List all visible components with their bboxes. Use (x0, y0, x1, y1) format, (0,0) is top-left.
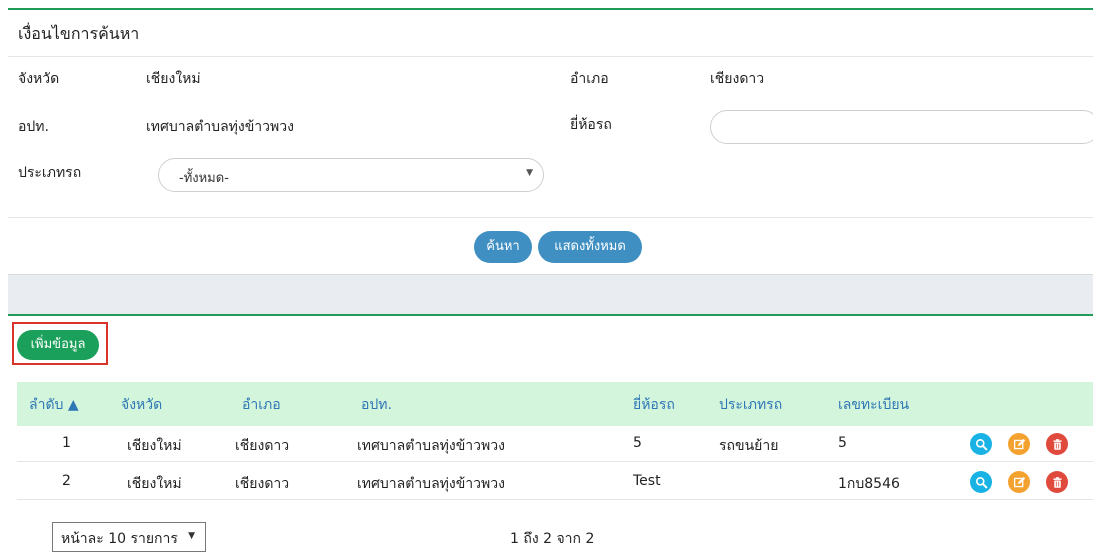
pagination-info: 1 ถึง 2 จาก 2 (510, 531, 595, 547)
header-district[interactable]: อำเภอ (242, 394, 281, 416)
trash-icon[interactable] (1046, 433, 1068, 455)
edit-icon[interactable] (1008, 471, 1030, 493)
brand-label: ยี่ห้อรถ (570, 117, 612, 133)
cell-type: รถขนย้าย (719, 438, 779, 454)
chevron-down-icon: ▼ (526, 168, 533, 178)
search-icon[interactable] (970, 471, 992, 493)
table-row: 2 เชียงใหม่ เชียงดาว เทศบาลตำบลทุ่งข้าวพ… (17, 464, 1093, 500)
results-top-accent (8, 314, 1093, 316)
header-org[interactable]: อปท. (361, 394, 392, 416)
table-row: 1 เชียงใหม่ เชียงดาว เทศบาลตำบลทุ่งข้าวพ… (17, 426, 1093, 462)
cell-order: 2 (62, 473, 71, 489)
search-icon[interactable] (970, 433, 992, 455)
divider (8, 217, 1093, 218)
cell-plate: 1กบ8546 (838, 476, 900, 492)
edit-icon[interactable] (1008, 433, 1030, 455)
cell-order: 1 (62, 435, 71, 451)
search-panel-title: เงื่อนไขการค้นหา (18, 24, 140, 43)
header-plate[interactable]: เลขทะเบียน (838, 394, 909, 416)
org-value: เทศบาลตำบลทุ่งข้าวพวง (146, 119, 294, 135)
table-header: ลำดับ ▲ จังหวัด อำเภอ อปท. ยี่ห้อรถ ประเ… (17, 382, 1093, 426)
divider (8, 56, 1093, 57)
header-sort-order[interactable]: ลำดับ ▲ (29, 394, 79, 416)
cell-province: เชียงใหม่ (127, 438, 182, 454)
type-select-value: -ทั้งหมด- (179, 171, 229, 186)
page-size-select[interactable]: หน้าละ 10 รายการ ▼ (52, 522, 206, 552)
cell-district: เชียงดาว (235, 438, 290, 454)
add-data-button[interactable]: เพิ่มข้อมูล (17, 330, 99, 360)
trash-icon[interactable] (1046, 471, 1068, 493)
org-label: อปท. (18, 119, 49, 135)
type-label: ประเภทรถ (18, 165, 82, 181)
cell-plate: 5 (838, 435, 847, 451)
cell-province: เชียงใหม่ (127, 476, 182, 492)
district-label: อำเภอ (570, 71, 609, 87)
cell-brand: Test (633, 473, 661, 489)
province-value: เชียงใหม่ (146, 71, 201, 87)
section-separator (8, 274, 1093, 314)
cell-org: เทศบาลตำบลทุ่งข้าวพวง (357, 438, 505, 454)
type-select[interactable]: -ทั้งหมด- ▼ (158, 158, 544, 192)
search-button[interactable]: ค้นหา (474, 231, 532, 263)
cell-district: เชียงดาว (235, 476, 290, 492)
header-province[interactable]: จังหวัด (121, 394, 162, 416)
cell-brand: 5 (633, 435, 642, 451)
cell-org: เทศบาลตำบลทุ่งข้าวพวง (357, 476, 505, 492)
page-size-value: หน้าละ 10 รายการ (61, 531, 178, 547)
show-all-button[interactable]: แสดงทั้งหมด (538, 231, 642, 263)
province-label: จังหวัด (18, 71, 60, 87)
brand-input[interactable] (710, 110, 1093, 144)
district-value: เชียงดาว (710, 71, 765, 87)
header-type[interactable]: ประเภทรถ (719, 394, 782, 416)
search-panel: เงื่อนไขการค้นหา จังหวัด เชียงใหม่ อำเภอ… (8, 10, 1093, 274)
chevron-down-icon: ▼ (188, 531, 195, 541)
header-brand[interactable]: ยี่ห้อรถ (633, 394, 675, 416)
